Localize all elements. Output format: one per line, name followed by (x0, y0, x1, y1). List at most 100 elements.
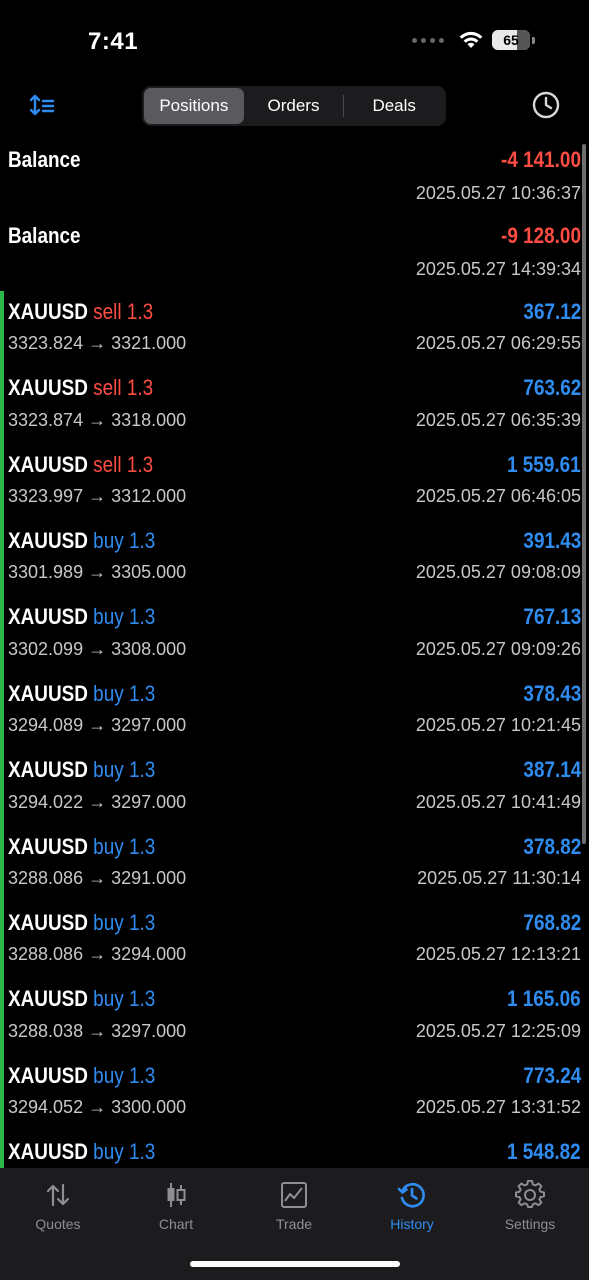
deal-row[interactable]: XAUUSD buy 1.3 378.43 3294.089 → 3297.000 2… (0, 672, 589, 750)
deal-row[interactable]: XAUUSD buy 1.3 767.13 3302.099 → 3308.000 2… (0, 596, 589, 674)
deal-row[interactable]: XAUUSD sell 1.3 1 559.61 3323.997 → 3312.0… (0, 443, 589, 521)
deal-row[interactable]: XAUUSD sell 1.3 763.62 3323.874 → 3318.000… (0, 367, 589, 444)
cellular-signal-icon (412, 37, 444, 43)
deal-side: sell (93, 451, 122, 477)
deal-symbol: XAUUSD (8, 527, 88, 553)
deal-title: XAUUSD buy 1.3 (8, 1063, 155, 1089)
deal-side: buy (93, 527, 124, 553)
deal-volume: 1.3 (126, 375, 154, 401)
tabbar-settings[interactable]: Settings (480, 1180, 580, 1232)
deal-symbol: XAUUSD (8, 451, 88, 477)
deal-side: sell (93, 375, 122, 401)
deal-volume: 1.3 (126, 451, 154, 477)
deal-side: buy (93, 909, 124, 935)
deal-time: 2025.05.27 06:29:55 (415, 333, 581, 354)
header: Positions Orders Deals (0, 86, 589, 138)
deal-volume: 1.3 (128, 680, 156, 706)
deal-prices: 3288.086 → 3294.000 (8, 944, 187, 965)
deal-profit: 367.12 (523, 298, 581, 324)
scrollbar[interactable] (582, 144, 586, 844)
deal-side: buy (93, 757, 124, 783)
deal-symbol: XAUUSD (8, 604, 88, 630)
candlestick-icon (167, 1183, 186, 1207)
deal-prices: 3323.997 → 3312.000 (8, 486, 187, 507)
deal-row[interactable]: XAUUSD buy 1.3 1 548.82 (0, 1131, 589, 1168)
deal-profit: 378.43 (523, 680, 581, 706)
deal-symbol: XAUUSD (8, 909, 88, 935)
deal-side: sell (93, 298, 122, 324)
deal-prices: 3294.052 → 3300.000 (8, 1097, 187, 1118)
deal-title: XAUUSD sell 1.3 (8, 299, 153, 325)
deal-title: XAUUSD sell 1.3 (8, 375, 153, 401)
tabbar-label: Trade (275, 1216, 313, 1232)
deal-profit: 763.62 (523, 375, 581, 401)
deal-side: buy (93, 986, 124, 1012)
tab-deals[interactable]: Deals (344, 88, 444, 124)
deal-volume: 1.3 (128, 1139, 156, 1165)
deal-row[interactable]: XAUUSD buy 1.3 768.82 3288.086 → 3294.000 2… (0, 901, 589, 979)
deal-volume: 1.3 (128, 604, 156, 630)
balance-time: 2025.05.27 14:39:34 (415, 258, 581, 279)
deal-side: buy (93, 604, 124, 630)
deal-prices: 3288.086 → 3291.000 (8, 868, 187, 889)
deal-row[interactable]: XAUUSD buy 1.3 391.43 3301.989 → 3305.000 2… (0, 519, 589, 597)
deal-time: 2025.05.27 10:21:45 (415, 715, 581, 736)
balance-amount: -9 128.00 (501, 223, 581, 249)
gear-icon (515, 1180, 545, 1208)
deal-volume: 1.3 (128, 833, 156, 859)
deal-profit: 1 165.06 (507, 986, 581, 1012)
deal-volume: 1.3 (128, 757, 156, 783)
deal-volume: 1.3 (126, 298, 154, 324)
deal-time: 2025.05.27 10:41:49 (415, 791, 581, 812)
deal-title: XAUUSD buy 1.3 (8, 757, 155, 783)
tabbar-history[interactable]: History (362, 1180, 462, 1232)
deal-row[interactable]: XAUUSD buy 1.3 387.14 3294.022 → 3297.000 2… (0, 749, 589, 826)
balance-amount: -4 141.00 (501, 147, 581, 172)
deal-symbol: XAUUSD (8, 680, 88, 706)
deal-symbol: XAUUSD (8, 298, 88, 324)
deal-profit: 387.14 (523, 757, 581, 783)
period-button[interactable] (531, 90, 561, 120)
balance-row[interactable]: Balance -4 141.00 2025.05.27 10:36:37 (0, 138, 589, 214)
deal-volume: 1.3 (128, 527, 156, 553)
status-time: 7:41 (88, 28, 139, 55)
sort-button[interactable] (28, 92, 56, 120)
balance-label: Balance (8, 147, 81, 172)
deal-prices: 3294.022 → 3297.000 (8, 791, 187, 812)
deal-row[interactable]: XAUUSD buy 1.3 773.24 3294.052 → 3300.000 2… (0, 1054, 589, 1132)
deal-symbol: XAUUSD (8, 757, 88, 783)
status-bar: 7:41 65 (0, 0, 589, 86)
deal-profit: 1 559.61 (507, 451, 581, 477)
deal-prices: 3301.989 → 3305.000 (8, 562, 187, 583)
deal-title: XAUUSD buy 1.3 (8, 910, 155, 936)
arrows-updown-icon (46, 1183, 70, 1207)
deal-time: 2025.05.27 11:30:14 (417, 868, 581, 889)
battery-level: 65 (503, 32, 519, 48)
deal-time: 2025.05.27 09:08:09 (415, 562, 581, 583)
tabbar-quotes[interactable]: Quotes (8, 1180, 108, 1232)
deal-row[interactable]: XAUUSD sell 1.3 367.12 3323.824 → 3321.000… (0, 290, 589, 368)
tabbar-chart[interactable]: Chart (126, 1180, 226, 1232)
deal-title: XAUUSD buy 1.3 (8, 604, 155, 630)
deal-volume: 1.3 (128, 909, 156, 935)
deal-symbol: XAUUSD (8, 833, 88, 859)
deal-prices: 3288.038 → 3297.000 (8, 1020, 187, 1041)
deal-time: 2025.05.27 13:31:52 (415, 1097, 581, 1118)
tabbar-trade[interactable]: Trade (244, 1180, 344, 1232)
tab-positions[interactable]: Positions (144, 88, 244, 124)
balance-row[interactable]: Balance -9 128.00 2025.05.27 14:39:34 (0, 214, 589, 290)
deal-profit: 1 548.82 (507, 1139, 581, 1165)
deal-row[interactable]: XAUUSD buy 1.3 378.82 3288.086 → 3291.000 2… (0, 825, 589, 903)
deal-symbol: XAUUSD (8, 1139, 88, 1165)
tab-orders[interactable]: Orders (244, 88, 344, 124)
deal-title: XAUUSD buy 1.3 (8, 681, 155, 707)
deal-symbol: XAUUSD (8, 1062, 88, 1088)
history-icon (397, 1182, 425, 1208)
deal-rows: XAUUSD sell 1.3 367.12 3323.824 → 3321.000… (0, 290, 589, 1168)
clock-icon (532, 91, 560, 119)
battery-icon: 65 (492, 30, 530, 50)
deal-row[interactable]: XAUUSD buy 1.3 1 165.06 3288.038 → 3297.00… (0, 978, 589, 1056)
deal-profit: 767.13 (523, 604, 581, 630)
deal-title: XAUUSD buy 1.3 (8, 986, 155, 1012)
deal-profit: 773.24 (523, 1062, 581, 1088)
